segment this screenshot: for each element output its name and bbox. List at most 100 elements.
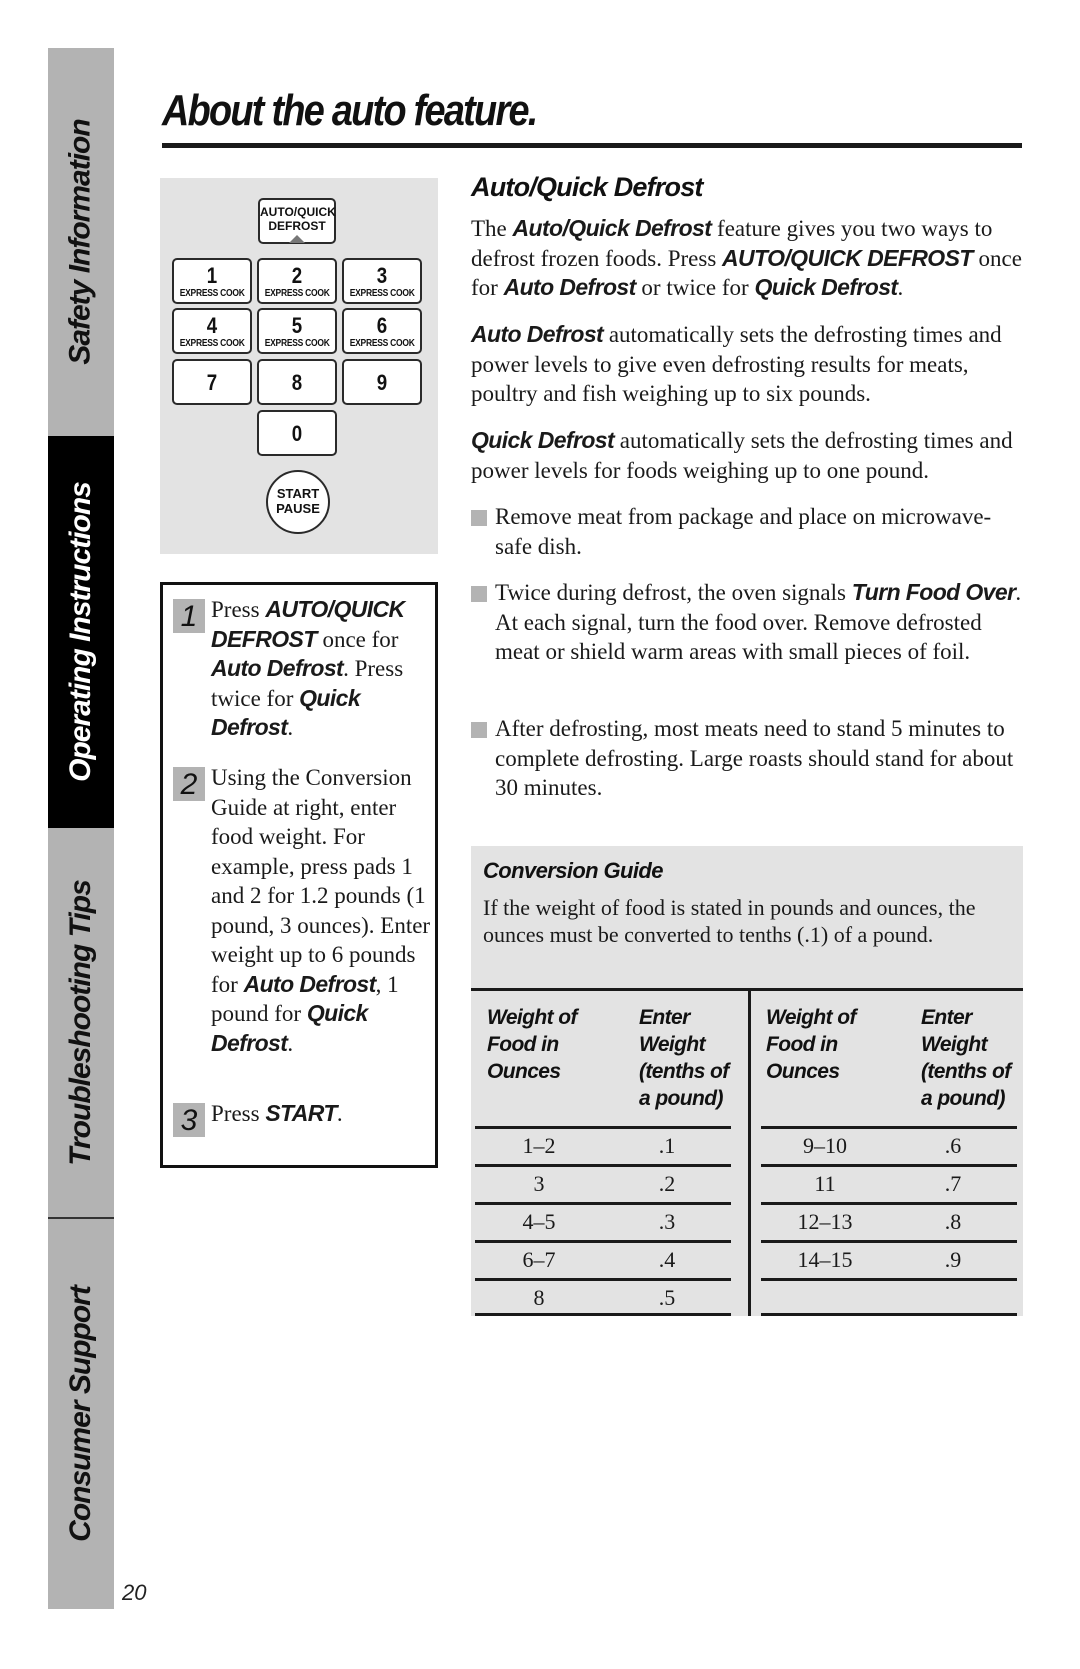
cell-enter-weight: .7 [944, 1171, 962, 1196]
key-4: 4 EXPRESS COOK [172, 308, 252, 354]
key-2: 2 EXPRESS COOK [257, 258, 337, 304]
section-heading: Auto/Quick Defrost [471, 172, 1023, 203]
step-1: 1 Press AUTO/QUICK DEFROST once for Auto… [173, 595, 431, 743]
step-2: 2 Using the Conversion Guide at right, e… [173, 763, 431, 1058]
key-number: 5 [291, 313, 303, 338]
cell-enter-weight: .8 [944, 1209, 962, 1234]
cell-enter-weight: .5 [658, 1285, 676, 1310]
conversion-guide-title: Conversion Guide [483, 858, 663, 883]
bullet-item: After defrosting, most meats need to sta… [471, 714, 1023, 803]
auto-quick-defrost-key: AUTO/QUICK DEFROST [258, 198, 336, 244]
step-text: Press AUTO/QUICK DEFROST once for Auto D… [211, 596, 405, 740]
key-sublabel: EXPRESS COOK [349, 338, 415, 349]
cell-ounces: 14–15 [797, 1247, 853, 1272]
key-0: 0 [257, 410, 337, 456]
square-bullet-icon [471, 722, 487, 738]
column-header-enter: Enter Weight (tenths of a pound) [639, 1006, 729, 1110]
key-5: 5 EXPRESS COOK [257, 308, 337, 354]
key-sublabel: EXPRESS COOK [179, 288, 245, 299]
key-sublabel: EXPRESS COOK [264, 288, 330, 299]
key-sublabel: EXPRESS COOK [264, 338, 330, 349]
section-heading-text: Auto/Quick Defrost [471, 172, 703, 202]
quick-defrost-paragraph: Quick Defrost automatically sets the def… [471, 427, 1013, 483]
square-bullet-icon [471, 510, 487, 526]
key-sublabel: EXPRESS COOK [349, 288, 415, 299]
side-tab-label: Operating Instructions [64, 482, 98, 782]
cell-ounces: 8 [533, 1285, 545, 1310]
column-header-weight: Weight of Food in Ounces [487, 1006, 577, 1083]
cell-ounces: 9–10 [803, 1133, 847, 1158]
title-rule [162, 143, 1022, 148]
side-tab-label: Consumer Support [64, 1286, 98, 1542]
key-label-line2: DEFROST [268, 219, 326, 233]
cell-enter-weight: .1 [658, 1133, 676, 1158]
table-row: 6–7 .4 [475, 1240, 731, 1278]
table-column-divider [748, 988, 751, 1316]
table-row: 11.7 [761, 1164, 1017, 1202]
start-pause-key: START PAUSE [266, 470, 330, 534]
table-row: 9–10 .6 [761, 1126, 1017, 1164]
auto-defrost-paragraph: Auto Defrost automatically sets the defr… [471, 321, 1002, 406]
key-label-line1: AUTO/QUICK [260, 205, 336, 219]
step-text: Press START. [211, 1100, 343, 1126]
column-header-enter: Enter Weight (tenths of a pound) [921, 1006, 1011, 1110]
table-row: 4–5 .3 [475, 1202, 731, 1240]
key-number: 0 [291, 421, 303, 446]
table-top-rule [471, 988, 1023, 991]
key-3: 3 EXPRESS COOK [342, 258, 422, 304]
cell-enter-weight: .9 [944, 1247, 962, 1272]
key-number: 2 [291, 263, 303, 288]
step-text: Using the Conversion Guide at right, ent… [211, 765, 431, 1056]
cell-ounces: 1–2 [522, 1133, 556, 1158]
side-tab-safety-information[interactable]: Safety Information [48, 48, 114, 436]
table-row: 1–2 .1 [475, 1126, 731, 1164]
key-1: 1 EXPRESS COOK [172, 258, 252, 304]
cell-ounces: 11 [814, 1171, 836, 1196]
cell-ounces: 3 [533, 1171, 545, 1196]
page-number: 20 [122, 1580, 147, 1605]
key-number: 1 [206, 263, 218, 288]
column-header-weight: Weight of Food in Ounces [766, 1006, 856, 1083]
table-row [761, 1278, 1017, 1316]
steps-box: 1 Press AUTO/QUICK DEFROST once for Auto… [160, 582, 438, 1168]
key-label-line1: START [276, 486, 320, 501]
bullet-item: Twice during defrost, the oven signals T… [471, 578, 1023, 667]
cell-enter-weight: .3 [658, 1209, 676, 1234]
table-row: 8.5 [475, 1278, 731, 1316]
bullet-item: Remove meat from package and place on mi… [471, 502, 1023, 561]
key-number: 3 [376, 263, 388, 288]
cell-enter-weight: .2 [658, 1171, 676, 1196]
key-7: 7 [172, 359, 252, 405]
key-8: 8 [257, 359, 337, 405]
key-9: 9 [342, 359, 422, 405]
table-row: 14–15 .9 [761, 1240, 1017, 1278]
key-6: 6 EXPRESS COOK [342, 308, 422, 354]
step-number-badge: 2 [173, 767, 205, 801]
side-tab-troubleshooting-tips[interactable]: Troubleshooting Tips [48, 828, 114, 1218]
key-number: 9 [376, 370, 388, 395]
table-row: 12–13 .8 [761, 1202, 1017, 1240]
table-row: 3.2 [475, 1164, 731, 1202]
step-number-badge: 3 [173, 1103, 205, 1137]
intro-paragraph: The Auto/Quick Defrost feature gives you… [471, 215, 1022, 300]
key-sublabel: EXPRESS COOK [179, 338, 245, 349]
side-tab-label: Safety Information [64, 119, 97, 365]
key-label-line2: PAUSE [276, 501, 320, 516]
key-number: 8 [291, 370, 303, 395]
conversion-guide-description: If the weight of food is stated in pound… [483, 895, 976, 947]
conversion-guide: Conversion Guide If the weight of food i… [471, 846, 1023, 1316]
key-number: 7 [206, 370, 218, 395]
keypad-illustration: AUTO/QUICK DEFROST 1 EXPRESS COOK 2 EXPR… [160, 178, 438, 554]
triangle-indicator-icon [289, 235, 305, 243]
key-number: 4 [206, 313, 218, 338]
side-tab-operating-instructions[interactable]: Operating Instructions [48, 436, 114, 828]
cell-ounces: 4–5 [522, 1209, 556, 1234]
cell-enter-weight: .4 [658, 1247, 676, 1272]
cell-ounces: 6–7 [522, 1247, 556, 1272]
side-tab-label: Troubleshooting Tips [64, 880, 97, 1166]
step-number-badge: 1 [173, 599, 205, 633]
cell-enter-weight: .6 [944, 1133, 962, 1158]
cell-ounces: 12–13 [797, 1209, 853, 1234]
side-tab-consumer-support[interactable]: Consumer Support [48, 1219, 114, 1609]
key-number: 6 [376, 313, 388, 338]
